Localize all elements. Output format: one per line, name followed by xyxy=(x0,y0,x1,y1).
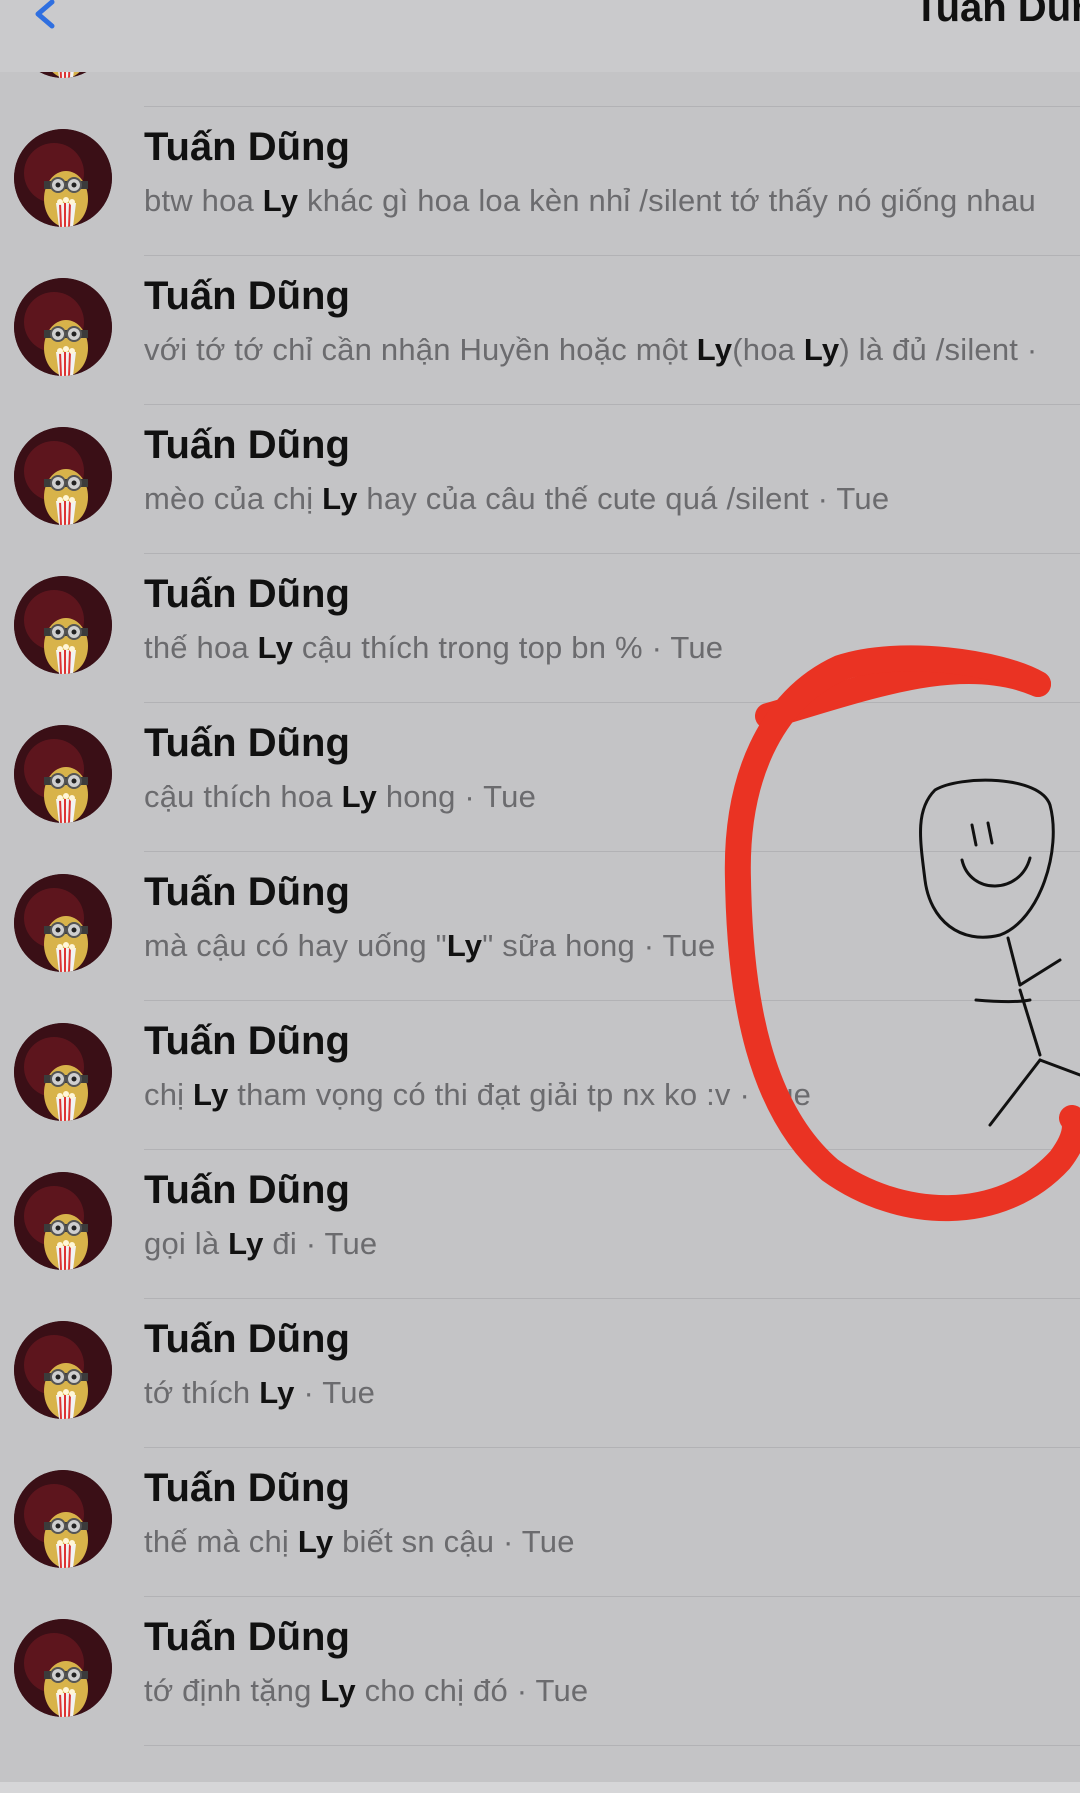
preview-text: mèo của chị xyxy=(144,481,323,516)
highlighted-term: Ly xyxy=(322,481,358,516)
minion-popcorn-avatar-icon xyxy=(14,1321,112,1419)
search-result-row[interactable]: Tuấn Dũng cậu thích hoa Ly hong · Tue xyxy=(0,703,1080,852)
highlighted-term: Ly xyxy=(803,332,840,367)
message-preview: mà cậu có hay uống "Ly" sữa hong · Tue xyxy=(144,928,715,964)
search-result-row[interactable]: Tuấn Dũng tớ thích Ly · Tue xyxy=(0,1299,1080,1448)
preview-text: gọi là xyxy=(144,1226,229,1261)
highlighted-term: Ly xyxy=(341,779,377,814)
preview-text: hay của câu thế cute quá /silent · Tue xyxy=(357,481,890,516)
contact-name: Tuấn Dũng xyxy=(144,721,350,765)
contact-avatar xyxy=(14,1172,112,1270)
message-preview: gọi là Ly đi · Tue xyxy=(144,1226,377,1262)
contact-name: Tuấn Dũng xyxy=(144,1317,350,1361)
highlighted-term: Ly xyxy=(446,928,483,963)
highlighted-term: Ly xyxy=(228,1226,264,1261)
contact-avatar xyxy=(14,576,112,674)
contact-avatar xyxy=(14,874,112,972)
back-button[interactable] xyxy=(28,0,88,50)
highlighted-term: Ly xyxy=(320,1673,356,1708)
preview-text: cậu thích hoa xyxy=(144,779,342,814)
conversation-title: Tuấn Dũng xyxy=(914,0,1080,30)
preview-text: cho chị đó · Tue xyxy=(355,1673,589,1708)
highlighted-term: Ly xyxy=(259,1375,295,1410)
preview-text: chị xyxy=(144,1077,194,1112)
nav-bar: Tuấn Dũng xyxy=(0,0,1080,72)
message-preview: mèo của chị Ly hay của câu thế cute quá … xyxy=(144,481,889,517)
search-result-row[interactable]: Tuấn Dũng gọi là Ly đi · Tue xyxy=(0,1150,1080,1299)
message-preview: thế mà chị Ly biết sn cậu · Tue xyxy=(144,1524,575,1560)
preview-text: · Tue xyxy=(294,1375,376,1410)
bottom-edge xyxy=(0,1782,1080,1793)
preview-text: khác gì hoa loa kèn nhỉ /silent tớ thấy … xyxy=(298,183,1036,218)
contact-avatar xyxy=(14,1470,112,1568)
message-preview: chị Ly tham vọng có thi đạt giải tp nx k… xyxy=(144,1077,811,1113)
preview-text: (hoa xyxy=(732,332,804,367)
highlighted-term: Ly xyxy=(193,1077,229,1112)
minion-popcorn-avatar-icon xyxy=(14,278,112,376)
highlighted-term: Ly xyxy=(696,332,733,367)
preview-text: hong · Tue xyxy=(377,779,537,814)
preview-text: thế mà chị xyxy=(144,1524,298,1559)
contact-name: Tuấn Dũng xyxy=(144,125,350,169)
search-result-row[interactable]: Tuấn Dũng mà cậu có hay uống "Ly" sữa hon… xyxy=(0,852,1080,1001)
preview-text: đi · Tue xyxy=(263,1226,378,1261)
preview-text: tớ thích xyxy=(144,1375,260,1410)
minion-popcorn-avatar-icon xyxy=(14,1619,112,1717)
contact-avatar xyxy=(14,1023,112,1121)
preview-text: với tớ tớ chỉ cần nhận Huyền hoặc một xyxy=(144,332,697,367)
preview-text: cậu thích trong top bn % · Tue xyxy=(293,630,724,665)
minion-popcorn-avatar-icon xyxy=(14,1172,112,1270)
contact-name: Tuấn Dũng xyxy=(144,572,350,616)
search-result-row[interactable]: Tuấn Dũng mèo của chị Ly hay của câu thế … xyxy=(0,405,1080,554)
row-divider xyxy=(144,1745,1080,1746)
minion-popcorn-avatar-icon xyxy=(14,427,112,525)
contact-name: Tuấn Dũng xyxy=(144,1019,350,1063)
contact-avatar xyxy=(14,725,112,823)
contact-avatar xyxy=(14,278,112,376)
contact-name: Tuấn Dũng xyxy=(144,1615,350,1659)
highlighted-term: Ly xyxy=(262,183,299,218)
highlighted-term: Ly xyxy=(257,630,294,665)
search-results-screen: Ly đẹp hơn nhỉ · 1:27 pmTuấn Dũngbtw hoa… xyxy=(0,0,1080,1793)
preview-text: btw hoa xyxy=(144,183,263,218)
preview-text: thế hoa xyxy=(144,630,258,665)
minion-popcorn-avatar-icon xyxy=(14,576,112,674)
search-result-row[interactable]: Tuấn Dũng tớ định tặng Ly cho chị đó · Tu… xyxy=(0,1597,1080,1746)
preview-text: ) là đủ /silent · xyxy=(839,332,1038,367)
contact-name: Tuấn Dũng xyxy=(144,274,350,318)
search-result-row[interactable]: Tuấn Dũng thế hoa Ly cậu thích trong top … xyxy=(0,554,1080,703)
contact-name: Tuấn Dũng xyxy=(144,1466,350,1510)
contact-avatar xyxy=(14,1619,112,1717)
message-preview: btw hoa Ly khác gì hoa loa kèn nhỉ /sile… xyxy=(144,183,1036,219)
message-preview: tớ thích Ly · Tue xyxy=(144,1375,375,1411)
message-preview: cậu thích hoa Ly hong · Tue xyxy=(144,779,536,815)
contact-name: Tuấn Dũng xyxy=(144,870,350,914)
preview-text: mà cậu có hay uống " xyxy=(144,928,447,963)
search-result-row[interactable]: Tuấn Dũng với tớ tớ chỉ cần nhận Huyền ho… xyxy=(0,256,1080,405)
contact-name: Tuấn Dũng xyxy=(144,423,350,467)
search-result-row[interactable]: Tuấn Dũng thế mà chị Ly biết sn cậu · Tue xyxy=(0,1448,1080,1597)
message-preview: thế hoa Ly cậu thích trong top bn % · Tu… xyxy=(144,630,723,666)
highlighted-term: Ly xyxy=(297,1524,334,1559)
contact-avatar xyxy=(14,1321,112,1419)
search-result-row[interactable]: Tuấn Dũng btw hoa Ly khác gì hoa loa kèn … xyxy=(0,107,1080,256)
contact-avatar xyxy=(14,129,112,227)
minion-popcorn-avatar-icon xyxy=(14,1470,112,1568)
message-preview: với tớ tớ chỉ cần nhận Huyền hoặc một Ly… xyxy=(144,332,1037,368)
preview-text: biết sn cậu · Tue xyxy=(333,1524,575,1559)
minion-popcorn-avatar-icon xyxy=(14,725,112,823)
preview-text: " sữa hong · Tue xyxy=(482,928,716,963)
minion-popcorn-avatar-icon xyxy=(14,874,112,972)
search-result-row[interactable]: Tuấn Dũng chị Ly tham vọng có thi đạt giả… xyxy=(0,1001,1080,1150)
minion-popcorn-avatar-icon xyxy=(14,1023,112,1121)
contact-name: Tuấn Dũng xyxy=(144,1168,350,1212)
chevron-left-icon xyxy=(35,0,55,29)
minion-popcorn-avatar-icon xyxy=(14,129,112,227)
message-preview: tớ định tặng Ly cho chị đó · Tue xyxy=(144,1673,588,1709)
preview-text: tớ định tặng xyxy=(144,1673,321,1708)
contact-avatar xyxy=(14,427,112,525)
preview-text: tham vọng có thi đạt giải tp nx ko :v · … xyxy=(228,1077,812,1112)
